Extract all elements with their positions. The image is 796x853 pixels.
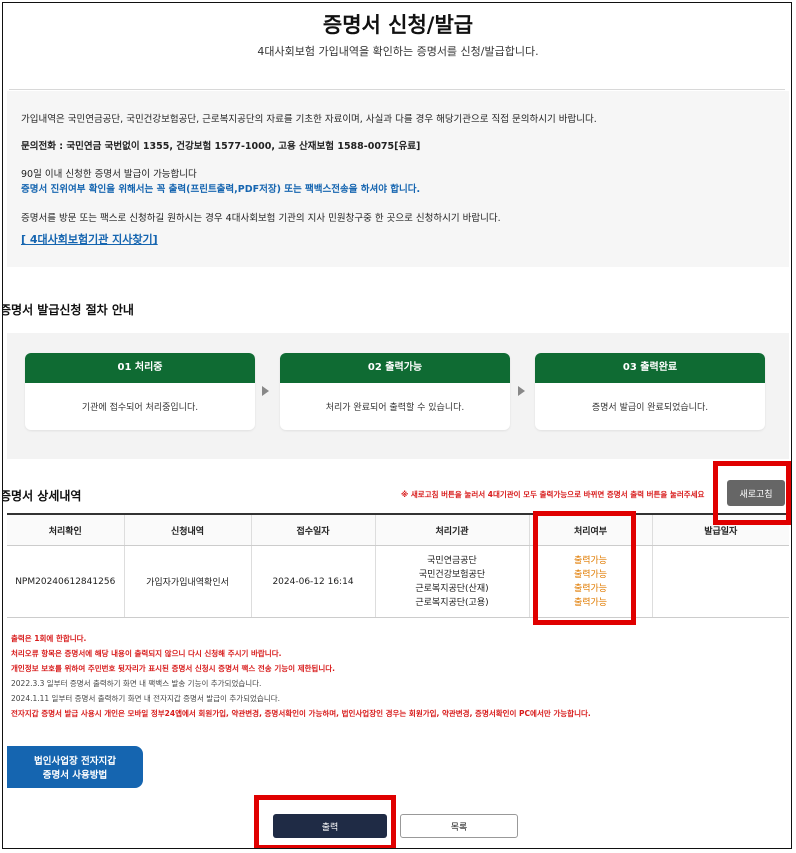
note-item: 처리오류 항목은 증명서에 해당 내용이 출력되지 않으니 다시 신청해 주시기… xyxy=(11,649,282,658)
receipt-id: NPM20240612841256 xyxy=(7,545,125,618)
info-line: 가입내역은 국민연금공단, 국민건강보험공단, 근로복지공단의 자료를 기초한 … xyxy=(21,114,597,125)
highlight-box-print xyxy=(254,795,396,848)
issue-date xyxy=(652,545,789,618)
column-header: 처리기관 xyxy=(375,513,530,546)
info-box: 가입내역은 국민연금공단, 국민건강보험공단, 근로복지공단의 자료를 기초한 … xyxy=(7,91,789,267)
column-header: 접수일자 xyxy=(251,513,376,546)
detail-title: 증명서 상세내역 xyxy=(2,489,82,503)
request-type: 가입자가입내역확인서 xyxy=(124,545,252,618)
guide-label-line1: 법인사업장 전자지갑 xyxy=(34,756,116,767)
highlight-box-refresh xyxy=(713,461,791,525)
list-button[interactable]: 목록 xyxy=(400,814,518,838)
info-highlight-line: 증명서 진위여부 확인을 위해서는 꼭 출력(프린트출력,PDF저장) 또는 팩… xyxy=(21,184,421,195)
detail-table: 처리확인 신청내역 접수일자 처리기관 처리여부 발급일자 NPM2024061… xyxy=(7,513,789,618)
notes-list: 출력은 1회에 한합니다. 처리오류 항목은 증명서에 해당 내용이 출력되지 … xyxy=(11,631,591,721)
agency-list: 국민연금공단 국민건강보험공단 근로복지공단(산재) 근로복지공단(고용) xyxy=(375,545,530,618)
step-desc: 증명서 발급이 완료되었습니다. xyxy=(591,403,709,413)
step-title: 03 출력완료 xyxy=(535,353,765,383)
highlight-box-status xyxy=(533,511,636,625)
page-subtitle: 4대사회보험 가입내역을 확인하는 증명서를 신청/발급합니다. xyxy=(257,45,539,58)
arrow-right-icon xyxy=(518,386,525,396)
agency-name: 근로복지공단(고용) xyxy=(415,597,489,608)
info-line: 90일 이내 신청한 증명서 발급이 가능합니다 xyxy=(21,169,197,180)
note-item: 2024.1.11 일부터 증명서 출력하기 화면 내 전자지갑 증명서 발급이… xyxy=(11,694,281,703)
step-desc: 처리가 완료되어 출력할 수 있습니다. xyxy=(325,403,465,413)
guide-label-line2: 증명서 사용방법 xyxy=(42,770,108,781)
receipt-date: 2024-06-12 16:14 xyxy=(251,545,376,618)
contact-line: 문의전화 : 국민연금 국번없이 1355, 건강보험 1577-1000, 고… xyxy=(21,141,421,152)
step-title: 02 출력가능 xyxy=(280,353,510,383)
step-card: 03 출력완료 증명서 발급이 완료되었습니다. xyxy=(535,353,765,430)
page-frame: 증명서 신청/발급 4대사회보험 가입내역을 확인하는 증명서를 신청/발급합니… xyxy=(2,2,792,849)
note-item: 개인정보 보호를 위하여 주민번호 뒷자리가 표시된 증명서 신청시 증명서 팩… xyxy=(11,664,335,673)
agency-name: 근로복지공단(산재) xyxy=(415,583,489,594)
note-item: 출력은 1회에 한합니다. xyxy=(11,634,87,643)
branch-finder-link[interactable]: [ 4대사회보험기관 지사찾기] xyxy=(21,231,158,247)
column-header: 신청내역 xyxy=(124,513,252,546)
step-title: 01 처리중 xyxy=(25,353,255,383)
agency-name: 국민건강보험공단 xyxy=(418,569,486,580)
refresh-notice: ※ 새로고침 버튼을 눌러서 4대기관이 모두 출력가능으로 바뀌면 증명서 출… xyxy=(401,490,705,499)
table-row: NPM20240612841256 가입자가입내역확인서 2024-06-12 … xyxy=(7,545,789,618)
procedure-title: 증명서 발급신청 절차 안내 xyxy=(2,303,134,317)
column-header: 처리확인 xyxy=(7,513,125,546)
step-card: 01 처리중 기관에 접수되어 처리중입니다. xyxy=(25,353,255,430)
info-line: 증명서를 방문 또는 팩스로 신청하길 원하시는 경우 4대사회보험 기관의 지… xyxy=(21,213,501,224)
step-desc: 기관에 접수되어 처리중입니다. xyxy=(81,403,199,413)
wallet-guide-button[interactable]: 법인사업장 전자지갑 증명서 사용방법 xyxy=(7,746,143,788)
procedure-steps: 01 처리중 기관에 접수되어 처리중입니다. 02 출력가능 처리가 완료되어… xyxy=(7,333,789,459)
step-card: 02 출력가능 처리가 완료되어 출력할 수 있습니다. xyxy=(280,353,510,430)
agency-name: 국민연금공단 xyxy=(427,555,477,566)
divider xyxy=(9,89,785,90)
table-header-row: 처리확인 신청내역 접수일자 처리기관 처리여부 발급일자 xyxy=(7,513,789,546)
note-item: 2022.3.3 일부터 증명서 출력하기 화면 내 팩백스 발송 기능이 추가… xyxy=(11,679,262,688)
arrow-right-icon xyxy=(262,386,269,396)
note-item: 전자지갑 증명서 발급 사용시 개인은 모바일 정부24앱에서 회원가입, 약관… xyxy=(11,709,591,718)
page-title: 증명서 신청/발급 xyxy=(322,13,474,37)
